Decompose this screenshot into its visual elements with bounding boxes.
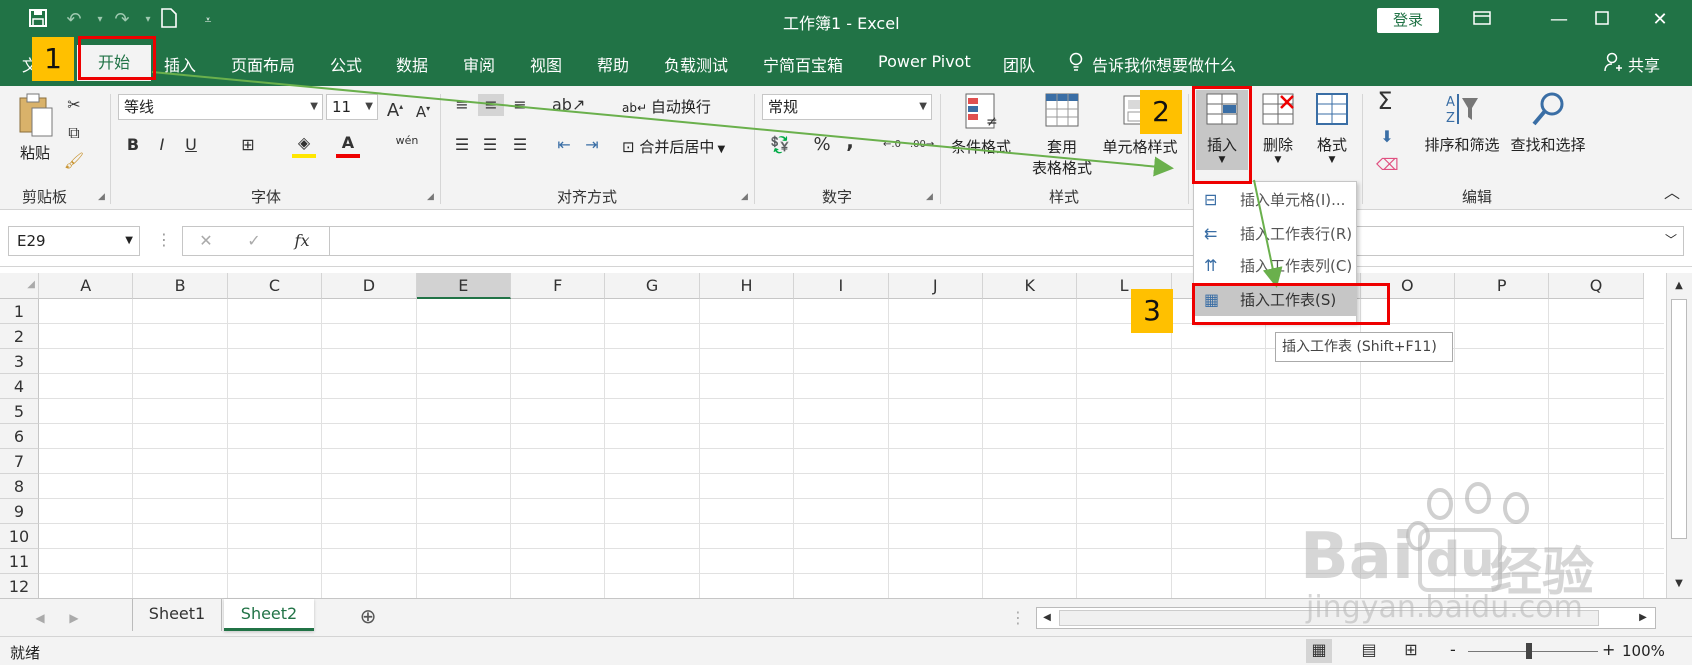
watermark-bai: Bai [1300, 520, 1414, 594]
arrow-step2-to-step3 [1253, 179, 1283, 288]
highlight-insert-button [1192, 86, 1252, 184]
watermark-brand: Bai du [1300, 520, 1503, 594]
highlight-insert-sheet [1192, 283, 1390, 325]
highlight-home-tab [78, 36, 156, 80]
watermark-url: jingyan.baidu.com [1306, 590, 1583, 625]
arrow-step1-to-step2 [151, 71, 1174, 177]
step-badge-1: 1 [32, 37, 74, 81]
step-badge-3: 3 [1131, 289, 1173, 333]
step-badge-2: 2 [1140, 90, 1182, 134]
